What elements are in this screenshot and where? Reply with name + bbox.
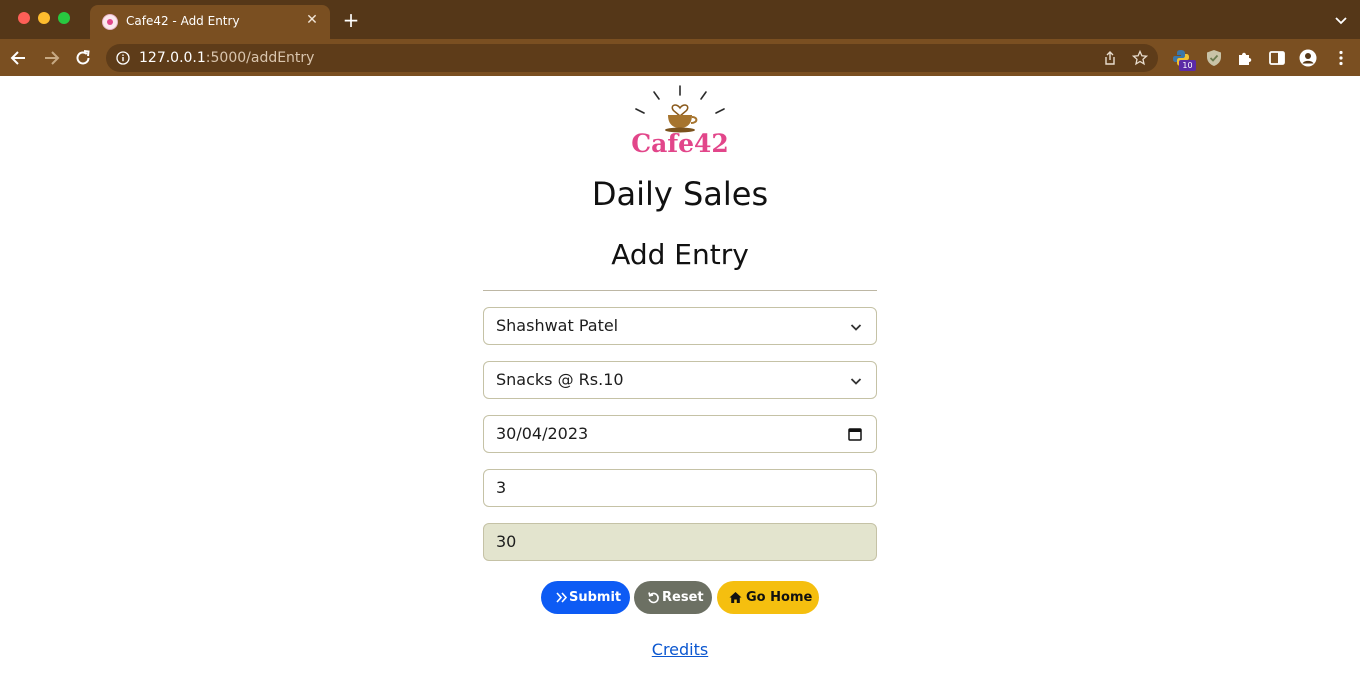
customer-select-value: Shashwat Patel bbox=[496, 316, 619, 335]
chevron-down-icon bbox=[850, 378, 862, 385]
back-arrow-icon[interactable] bbox=[9, 48, 29, 68]
page-subtitle: Add Entry bbox=[611, 238, 749, 271]
chevron-down-icon bbox=[850, 324, 862, 331]
bookmark-star-icon[interactable] bbox=[1132, 50, 1148, 66]
extension-badge: 10 bbox=[1179, 60, 1196, 71]
profile-avatar-icon[interactable] bbox=[1299, 49, 1317, 67]
date-input[interactable]: 30/04/2023 bbox=[483, 415, 877, 453]
double-chevron-right-icon bbox=[556, 592, 568, 603]
browser-toolbar: 127.0.0.1:5000/addEntry 10 bbox=[0, 39, 1360, 76]
maximize-window-button[interactable] bbox=[58, 12, 70, 24]
url-host: 127.0.0.1 bbox=[139, 50, 206, 66]
url-path: :5000/addEntry bbox=[205, 50, 315, 66]
tab-title: Cafe42 - Add Entry bbox=[126, 14, 240, 28]
undo-icon bbox=[648, 592, 659, 604]
item-select[interactable]: Snacks @ Rs.10 bbox=[483, 361, 877, 399]
side-panel-icon[interactable] bbox=[1268, 49, 1286, 67]
logo-text: Cafe42 bbox=[632, 129, 728, 158]
calendar-icon[interactable] bbox=[848, 427, 862, 441]
tab-search-chevron-icon[interactable] bbox=[1334, 13, 1348, 27]
minimize-window-button[interactable] bbox=[38, 12, 50, 24]
item-select-value: Snacks @ Rs.10 bbox=[496, 370, 624, 389]
address-bar[interactable]: 127.0.0.1:5000/addEntry bbox=[106, 44, 1158, 72]
total-amount-field: 30 bbox=[483, 523, 877, 561]
divider bbox=[483, 290, 877, 291]
share-icon[interactable] bbox=[1102, 50, 1118, 66]
go-home-button-label: Go Home bbox=[746, 590, 813, 605]
quantity-input-value: 3 bbox=[496, 478, 507, 497]
credits-link-text[interactable]: Credits bbox=[652, 640, 708, 659]
forward-arrow-icon[interactable] bbox=[41, 48, 61, 68]
tab-close-icon[interactable]: ✕ bbox=[304, 12, 320, 28]
submit-button[interactable]: Submit bbox=[541, 581, 630, 614]
reset-button[interactable]: Reset bbox=[634, 581, 712, 614]
browser-tab-active[interactable]: Cafe42 - Add Entry ✕ bbox=[90, 5, 330, 39]
go-home-button[interactable]: Go Home bbox=[717, 581, 819, 614]
close-window-button[interactable] bbox=[18, 12, 30, 24]
kebab-menu-icon[interactable] bbox=[1332, 49, 1350, 67]
site-info-icon[interactable] bbox=[116, 51, 130, 65]
page-title: Daily Sales bbox=[591, 175, 769, 213]
reload-icon[interactable] bbox=[73, 48, 93, 68]
quantity-input[interactable]: 3 bbox=[483, 469, 877, 507]
cafe42-logo: Cafe42 bbox=[632, 85, 728, 158]
reset-button-label: Reset bbox=[662, 590, 704, 605]
new-tab-button[interactable]: + bbox=[342, 10, 360, 30]
url-text[interactable]: 127.0.0.1:5000/addEntry bbox=[139, 50, 314, 66]
shield-extension-icon[interactable] bbox=[1205, 49, 1223, 67]
credits-link[interactable]: Credits bbox=[0, 640, 1360, 659]
date-input-value: 30/04/2023 bbox=[496, 424, 589, 443]
cafe-favicon-icon bbox=[102, 14, 118, 30]
extensions-puzzle-icon[interactable] bbox=[1236, 49, 1254, 67]
browser-tab-strip: Cafe42 - Add Entry ✕ + bbox=[0, 0, 1360, 39]
home-icon bbox=[729, 592, 742, 603]
total-amount-value: 30 bbox=[496, 532, 517, 551]
page-content: Cafe42 Daily Sales Add Entry Shashwat Pa… bbox=[0, 76, 1360, 685]
customer-select[interactable]: Shashwat Patel bbox=[483, 307, 877, 345]
submit-button-label: Submit bbox=[569, 590, 622, 605]
